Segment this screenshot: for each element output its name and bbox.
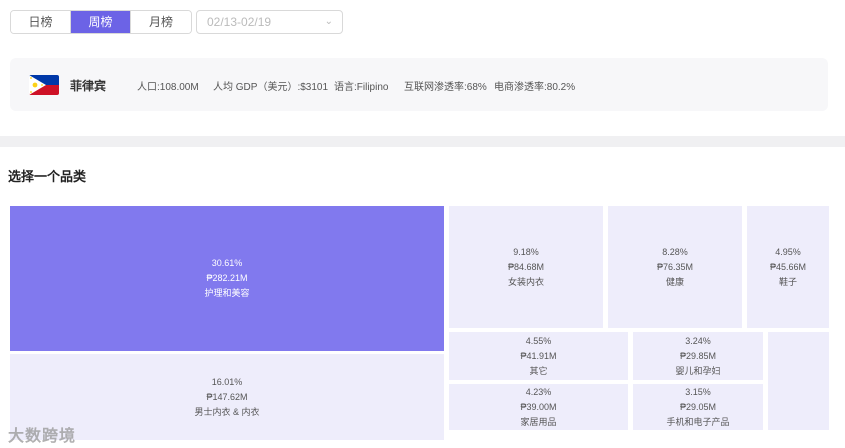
chevron-down-icon: ⌄ bbox=[324, 16, 333, 27]
tab-monthly[interactable]: 月榜 bbox=[131, 11, 191, 33]
category-percent: 3.24% bbox=[685, 335, 711, 346]
gdp-stat: 人均 GDP（美元）:$3101 bbox=[213, 82, 329, 93]
category-amount: ₱29.05M bbox=[679, 401, 717, 412]
category-percent: 4.55% bbox=[525, 335, 552, 346]
category-tile[interactable]: 4.23% ₱39.00M 家居用品 bbox=[449, 384, 628, 430]
category-name: 护理和美容 bbox=[204, 288, 250, 298]
category-name: 女装内衣 bbox=[507, 276, 544, 287]
category-amount: ₱282.21M bbox=[206, 273, 248, 283]
category-name: 其它 bbox=[529, 365, 548, 376]
category-amount: ₱76.35M bbox=[656, 261, 694, 272]
category-name: 家居用品 bbox=[520, 416, 557, 427]
category-name: 鞋子 bbox=[778, 276, 797, 287]
category-amount: ₱45.66M bbox=[769, 261, 807, 272]
category-amount: ₱147.62M bbox=[206, 391, 248, 402]
date-range-placeholder: 02/13-02/19 bbox=[207, 15, 272, 29]
category-tile[interactable]: 30.61% ₱282.21M 护理和美容 bbox=[10, 206, 444, 351]
category-tile[interactable]: 8.28% ₱76.35M 健康 bbox=[608, 206, 742, 328]
tab-weekly[interactable]: 周榜 bbox=[71, 11, 131, 33]
category-amount: ₱29.85M bbox=[679, 350, 717, 361]
section-title: 选择一个品类 bbox=[8, 169, 87, 184]
category-percent: 9.18% bbox=[513, 246, 539, 257]
category-tile[interactable]: 3.24% ₱29.85M 婴儿和孕妇 bbox=[633, 332, 763, 380]
category-tile[interactable]: 9.18% ₱84.68M 女装内衣 bbox=[449, 206, 603, 328]
internet-penetration-stat: 互联网渗透率:68% bbox=[404, 82, 487, 93]
ecommerce-penetration-stat: 电商渗透率:80.2% bbox=[494, 82, 576, 93]
philippines-flag-icon bbox=[29, 75, 59, 95]
watermark: 大数跨境 bbox=[8, 428, 77, 445]
country-card: 菲律宾 人口:108.00M 人均 GDP（美元）:$3101 语言:Filip… bbox=[10, 58, 828, 111]
category-name: 婴儿和孕妇 bbox=[675, 365, 721, 376]
population-stat: 人口:108.00M bbox=[137, 82, 199, 93]
category-tile[interactable]: 3.15% ₱29.05M 手机和电子产品 bbox=[633, 384, 763, 430]
section-divider bbox=[0, 136, 845, 147]
category-percent: 30.61% bbox=[211, 258, 243, 268]
category-name: 健康 bbox=[665, 276, 684, 287]
period-tabs: 日榜 周榜 月榜 bbox=[10, 10, 192, 34]
category-name: 手机和电子产品 bbox=[666, 416, 730, 427]
category-tile-unlabeled[interactable] bbox=[768, 332, 829, 430]
date-range-select[interactable]: 02/13-02/19 ⌄ bbox=[196, 10, 343, 34]
category-amount: ₱41.91M bbox=[520, 350, 557, 361]
category-tile[interactable]: 4.55% ₱41.91M 其它 bbox=[449, 332, 628, 380]
country-name: 菲律宾 bbox=[70, 79, 107, 93]
language-stat: 语言:Filipino bbox=[334, 82, 389, 93]
category-amount: ₱84.68M bbox=[507, 261, 545, 272]
category-percent: 8.28% bbox=[662, 246, 688, 257]
category-amount: ₱39.00M bbox=[520, 401, 557, 412]
category-percent: 3.15% bbox=[685, 386, 711, 397]
category-percent: 16.01% bbox=[211, 376, 243, 387]
category-name: 男士内衣 & 内衣 bbox=[194, 406, 260, 417]
category-percent: 4.95% bbox=[775, 246, 801, 257]
tab-daily[interactable]: 日榜 bbox=[11, 11, 71, 33]
category-tile[interactable]: 4.95% ₱45.66M 鞋子 bbox=[747, 206, 829, 328]
category-percent: 4.23% bbox=[525, 386, 552, 397]
